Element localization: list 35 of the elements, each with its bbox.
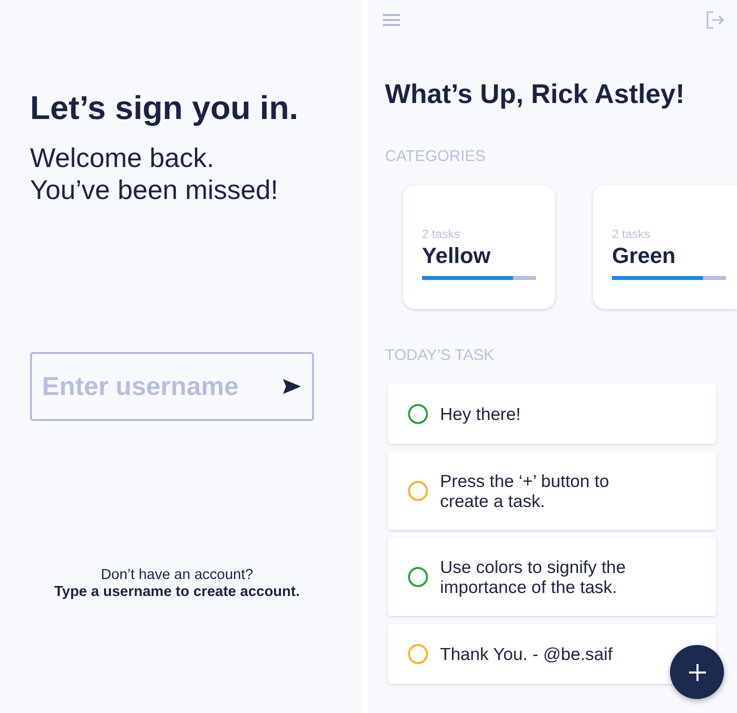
- checkbox-circle-icon[interactable]: [408, 567, 428, 587]
- welcome-text: You’ve been missed!: [30, 174, 280, 206]
- task-card[interactable]: Hey there!: [388, 384, 716, 444]
- task-card[interactable]: Thank You. - @be.saif: [388, 624, 716, 684]
- logout-icon: [706, 11, 724, 29]
- task-text: Use colors to signify the importance of the task.: [440, 557, 627, 597]
- greeting-title: What’s Up, Rick Astley!: [385, 78, 686, 111]
- section-heading: TODAY’S TASK: [385, 346, 496, 366]
- task-count: 2 tasks: [612, 227, 650, 241]
- task-text: Thank You. - @be.saif: [440, 644, 612, 664]
- send-icon: [283, 379, 301, 394]
- category-name: Yellow: [422, 243, 490, 269]
- username-field[interactable]: Enter username: [30, 352, 314, 421]
- checkbox-circle-icon[interactable]: [408, 644, 428, 664]
- category-card[interactable]: 2 tasks Green: [593, 185, 737, 309]
- sign-in-title: Let’s sign you in.: [30, 89, 300, 127]
- section-heading: CATEGORIES: [385, 147, 486, 167]
- checkbox-circle-icon[interactable]: [408, 481, 428, 501]
- category-name: Green: [612, 243, 676, 269]
- task-card[interactable]: Use colors to signify the importance of the task.: [388, 538, 716, 616]
- task-count: 2 tasks: [422, 227, 460, 241]
- plus-icon: [688, 664, 706, 680]
- menu-icon: [383, 14, 400, 26]
- add-task-button[interactable]: [670, 645, 724, 699]
- task-card[interactable]: Press the ‘+’ button to create a task.: [388, 452, 716, 530]
- task-text: Press the ‘+’ button to create a task.: [440, 471, 610, 511]
- welcome-text: Welcome back.: [30, 142, 216, 174]
- send-button[interactable]: [283, 379, 301, 394]
- menu-button[interactable]: [383, 14, 400, 26]
- account-question: Don’t have an account?: [100, 567, 254, 584]
- checkbox-circle-icon[interactable]: [408, 404, 428, 424]
- task-text: Hey there!: [440, 404, 521, 424]
- logout-button[interactable]: [706, 11, 724, 29]
- create-account-hint: Type a username to create account.: [54, 584, 300, 601]
- category-card[interactable]: 2 tasks Yellow: [403, 185, 555, 309]
